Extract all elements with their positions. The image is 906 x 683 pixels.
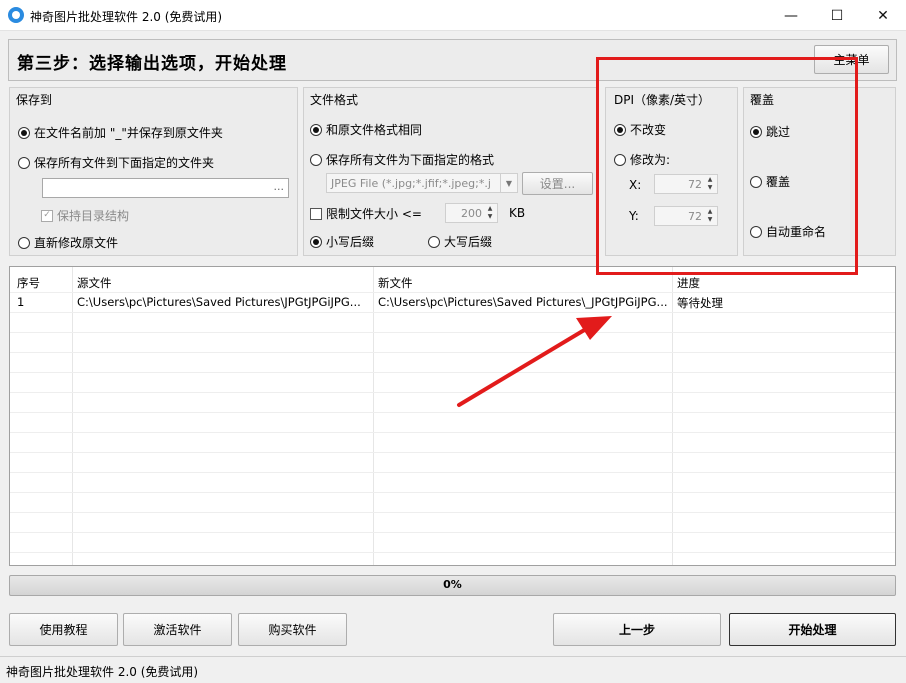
arrow-shaft <box>457 327 588 407</box>
arrow-head-icon <box>576 316 612 340</box>
annotation-arrow <box>457 316 612 407</box>
